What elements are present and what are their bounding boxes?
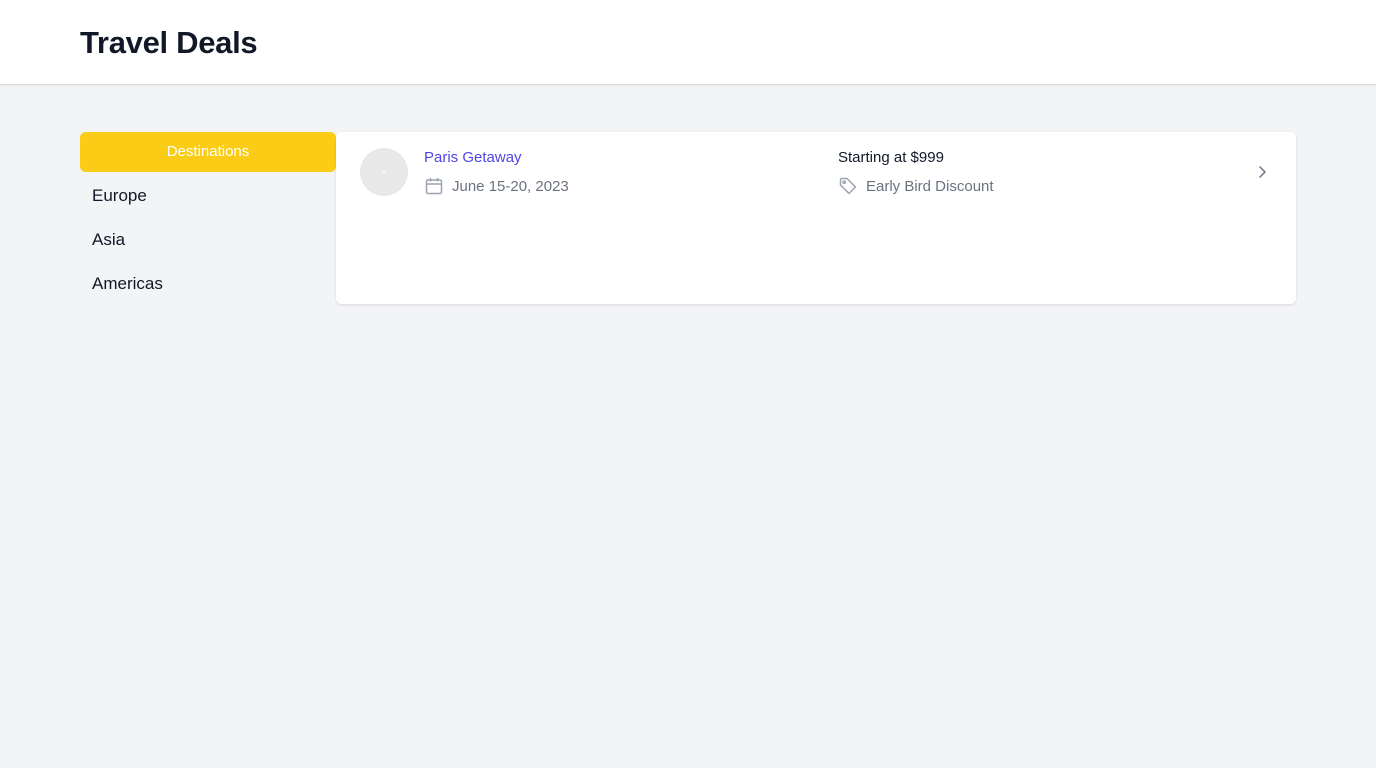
sidebar-item-europe[interactable]: Europe [80, 174, 336, 218]
deal-date-text: June 15-20, 2023 [452, 177, 569, 195]
deal-row-paris-getaway[interactable]: Paris Getaway June 15-20, 2023 Starting … [336, 132, 1296, 212]
page-title: Travel Deals [80, 25, 258, 60]
deal-discount: Early Bird Discount [838, 176, 994, 196]
top-header: Travel Deals [0, 0, 1376, 85]
deal-discount-text: Early Bird Discount [866, 177, 994, 195]
destinations-header-button[interactable]: Destinations [80, 132, 336, 172]
tag-icon [839, 177, 857, 195]
deal-price: Starting at $999 [838, 149, 944, 167]
avatar-placeholder-dot [382, 170, 386, 174]
destinations-sidebar: Destinations Europe Asia Americas [80, 132, 336, 306]
deals-card: Paris Getaway June 15-20, 2023 Starting … [336, 132, 1296, 304]
deal-date: June 15-20, 2023 [424, 176, 569, 196]
calendar-icon [425, 178, 443, 195]
sidebar-item-americas[interactable]: Americas [80, 262, 336, 306]
sidebar-item-asia[interactable]: Asia [80, 218, 336, 262]
chevron-right-icon[interactable] [1254, 164, 1270, 180]
deal-avatar [360, 148, 408, 196]
deal-price-value: $999 [910, 149, 944, 166]
deal-price-prefix: Starting at [838, 149, 907, 166]
deal-title-link[interactable]: Paris Getaway [424, 149, 522, 167]
